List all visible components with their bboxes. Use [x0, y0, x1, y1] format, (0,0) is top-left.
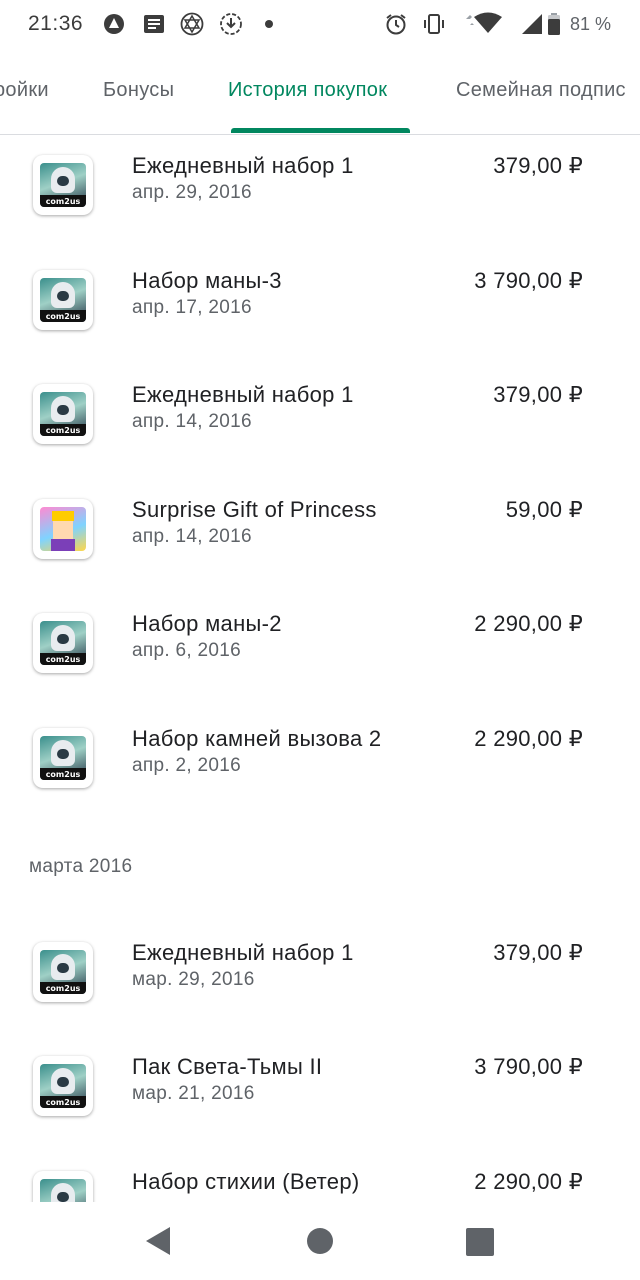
status-bar: 21:36 81 % — [0, 0, 640, 50]
purchase-title: Набор стихии (Ветер) — [132, 1169, 360, 1194]
summoners-war-app-icon: com2us — [33, 1056, 93, 1116]
download-icon — [220, 13, 242, 35]
purchase-row[interactable]: com2us Ежедневный набор 1 апр. 14, 2016 … — [0, 364, 640, 464]
battery-percent: 81 % — [570, 14, 612, 34]
summoners-war-app-icon: com2us — [33, 613, 93, 673]
princess-game-app-icon — [33, 499, 93, 559]
purchase-title: Набор камней вызова 2 — [132, 726, 382, 751]
summoners-war-app-icon: com2us — [33, 155, 93, 215]
purchase-date: апр. 2, 2016 — [132, 755, 241, 776]
purchase-date: апр. 17, 2016 — [132, 297, 252, 318]
tab-settings[interactable]: ройки — [0, 79, 49, 102]
purchase-row[interactable]: com2us Набор маны-3 апр. 17, 2016 3 790,… — [0, 250, 640, 350]
summoners-war-app-icon: com2us — [33, 942, 93, 1002]
purchase-price: 379,00 ₽ — [493, 382, 583, 407]
status-time: 21:36 — [28, 12, 84, 35]
purchase-date: апр. 29, 2016 — [132, 182, 252, 203]
back-icon[interactable] — [146, 1227, 170, 1255]
summoners-war-app-icon: com2us — [33, 270, 93, 330]
purchase-date: апр. 14, 2016 — [132, 526, 252, 547]
purchase-price: 2 290,00 ₽ — [474, 1169, 583, 1194]
system-nav-bar — [0, 1202, 640, 1280]
purchase-price: 3 790,00 ₽ — [474, 268, 583, 293]
purchase-title: Ежедневный набор 1 — [132, 940, 354, 965]
purchase-price: 379,00 ₽ — [493, 940, 583, 965]
battery-icon — [548, 13, 560, 35]
purchase-date: мар. 21, 2016 — [132, 1083, 255, 1104]
dot-icon — [265, 20, 273, 28]
alarm-icon — [386, 14, 406, 35]
purchase-date: мар. 29, 2016 — [132, 969, 255, 990]
tab-family-subscription[interactable]: Семейная подпис — [456, 79, 626, 102]
purchase-title: Ежедневный набор 1 — [132, 153, 354, 178]
news-icon — [144, 15, 164, 33]
purchase-row[interactable]: com2us Набор маны-2 апр. 6, 2016 2 290,0… — [0, 593, 640, 693]
tab-bar: ройки Бонусы История покупок Семейная по… — [0, 50, 640, 135]
purchase-row[interactable]: com2us Набор стихии (Ветер) 2 290,00 ₽ — [0, 1151, 640, 1202]
recent-apps-icon[interactable] — [466, 1228, 494, 1256]
summoners-war-app-icon: com2us — [33, 1171, 93, 1202]
summoners-war-app-icon: com2us — [33, 728, 93, 788]
purchase-title: Surprise Gift of Princess — [132, 497, 377, 522]
purchase-row[interactable]: com2us Ежедневный набор 1 апр. 29, 2016 … — [0, 135, 640, 235]
purchase-row[interactable]: com2us Пак Света-Тьмы II мар. 21, 2016 3… — [0, 1036, 640, 1136]
purchase-row[interactable]: com2us Набор камней вызова 2 апр. 2, 201… — [0, 708, 640, 808]
purchase-title: Ежедневный набор 1 — [132, 382, 354, 407]
tab-bonuses[interactable]: Бонусы — [103, 79, 174, 102]
purchase-row[interactable]: Surprise Gift of Princess апр. 14, 2016 … — [0, 479, 640, 579]
purchase-title: Набор маны-2 — [132, 611, 282, 636]
wifi-icon — [466, 12, 502, 33]
tab-purchase-history[interactable]: История покупок — [228, 79, 387, 102]
purchase-price: 379,00 ₽ — [493, 153, 583, 178]
purchase-price: 2 290,00 ₽ — [474, 726, 583, 751]
home-icon[interactable] — [307, 1228, 333, 1254]
purchase-list: com2us Ежедневный набор 1 апр. 29, 2016 … — [0, 135, 640, 1202]
section-header-march: марта 2016 — [29, 856, 133, 877]
vibrate-icon — [424, 14, 444, 34]
star-of-david-icon — [180, 12, 204, 36]
purchase-title: Набор маны-3 — [132, 268, 282, 293]
active-tab-indicator — [231, 128, 410, 133]
purchase-price: 59,00 ₽ — [505, 497, 583, 522]
purchase-row[interactable]: com2us Ежедневный набор 1 мар. 29, 2016 … — [0, 922, 640, 1022]
assistant-icon — [104, 14, 124, 34]
purchase-date: апр. 14, 2016 — [132, 411, 252, 432]
summoners-war-app-icon: com2us — [33, 384, 93, 444]
signal-icon — [522, 14, 542, 34]
purchase-price: 3 790,00 ₽ — [474, 1054, 583, 1079]
purchase-date: апр. 6, 2016 — [132, 640, 241, 661]
purchase-price: 2 290,00 ₽ — [474, 611, 583, 636]
purchase-title: Пак Света-Тьмы II — [132, 1054, 323, 1079]
